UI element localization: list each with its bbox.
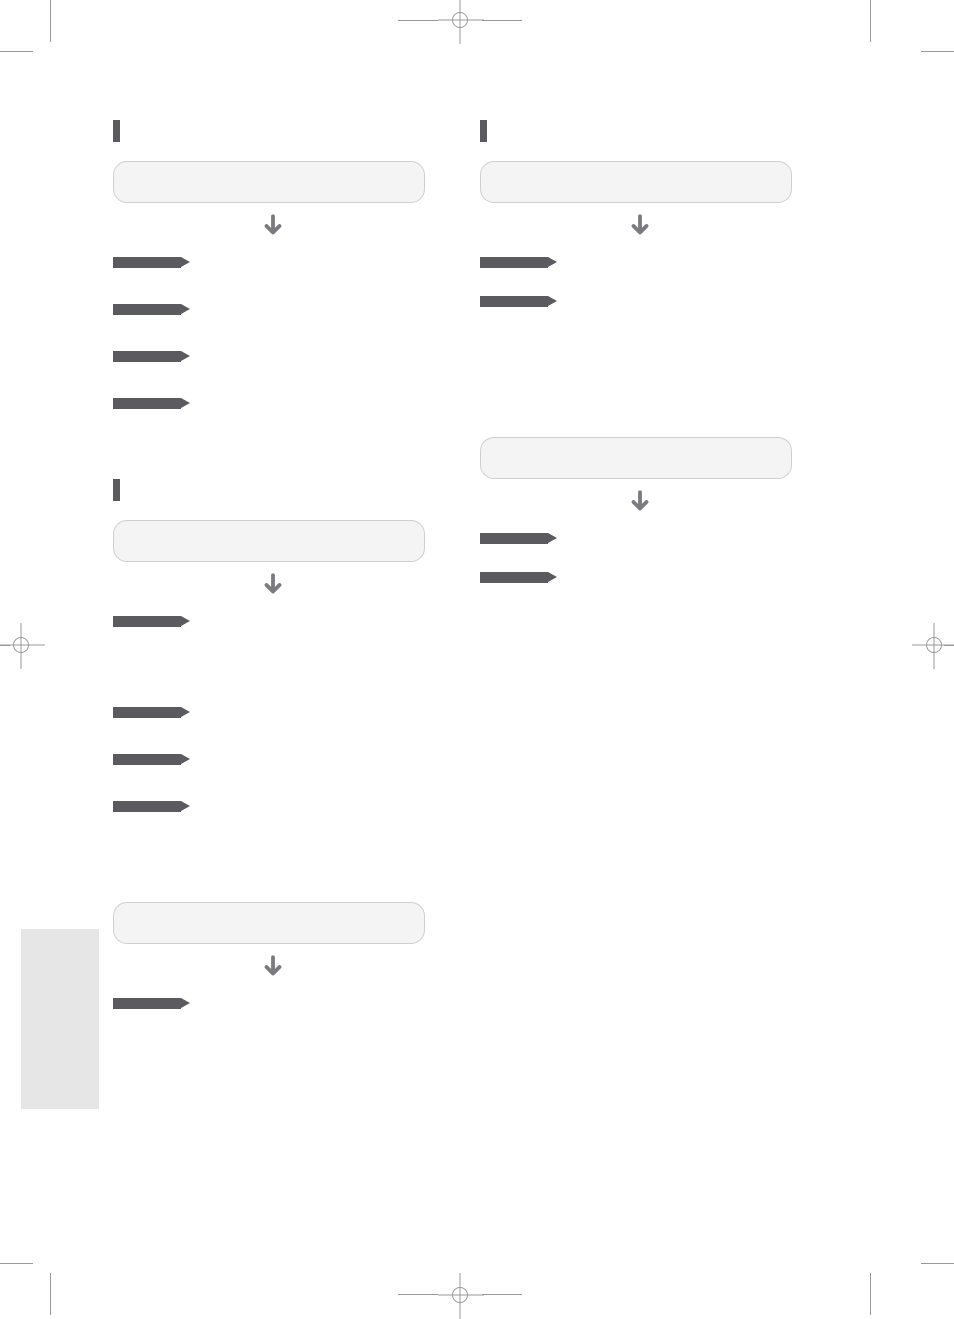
right-section-1 [480, 120, 800, 583]
crop-mark [870, 0, 871, 42]
crop-mark [482, 1294, 522, 1295]
step-bullet [113, 616, 181, 627]
step-bullet [480, 257, 548, 268]
step-bullet [113, 351, 181, 362]
section-title-bar [113, 479, 120, 501]
crop-mark [482, 20, 522, 21]
left-section-1 [113, 120, 433, 409]
arrow-down-icon [260, 213, 286, 239]
step-bullet [480, 533, 548, 544]
right-column [480, 120, 800, 623]
step-bullet [113, 257, 181, 268]
crop-mark [50, 0, 51, 42]
step-bullet [113, 998, 181, 1009]
left-column [113, 120, 433, 1049]
crop-mark [50, 1273, 51, 1315]
section-title-bar [480, 120, 487, 142]
instruction-box [113, 902, 425, 944]
instruction-box [480, 437, 792, 479]
section-title-bar [113, 120, 120, 142]
left-section-2 [113, 479, 433, 1009]
instruction-box [113, 161, 425, 203]
registration-mark [452, 12, 468, 28]
instruction-box [113, 520, 425, 562]
step-bullet [480, 296, 548, 307]
registration-mark [452, 1287, 468, 1303]
arrow-down-icon [627, 489, 653, 515]
crop-mark [921, 1263, 954, 1264]
step-bullet [113, 304, 181, 315]
arrow-down-icon [260, 954, 286, 980]
arrow-down-icon [260, 572, 286, 598]
arrow-down-icon [627, 213, 653, 239]
crop-mark [944, 645, 954, 646]
registration-mark [926, 637, 942, 653]
crop-mark [870, 1273, 871, 1315]
crop-mark [0, 1263, 33, 1264]
side-tab [21, 929, 99, 1109]
step-bullet [113, 754, 181, 765]
crop-mark [0, 645, 10, 646]
step-bullet [480, 572, 548, 583]
step-bullet [113, 801, 181, 812]
crop-mark [921, 51, 954, 52]
step-bullet [113, 707, 181, 718]
instruction-box [480, 161, 792, 203]
crop-mark [398, 20, 438, 21]
crop-mark [0, 51, 33, 52]
registration-mark [13, 637, 29, 653]
crop-mark [398, 1294, 438, 1295]
step-bullet [113, 398, 181, 409]
